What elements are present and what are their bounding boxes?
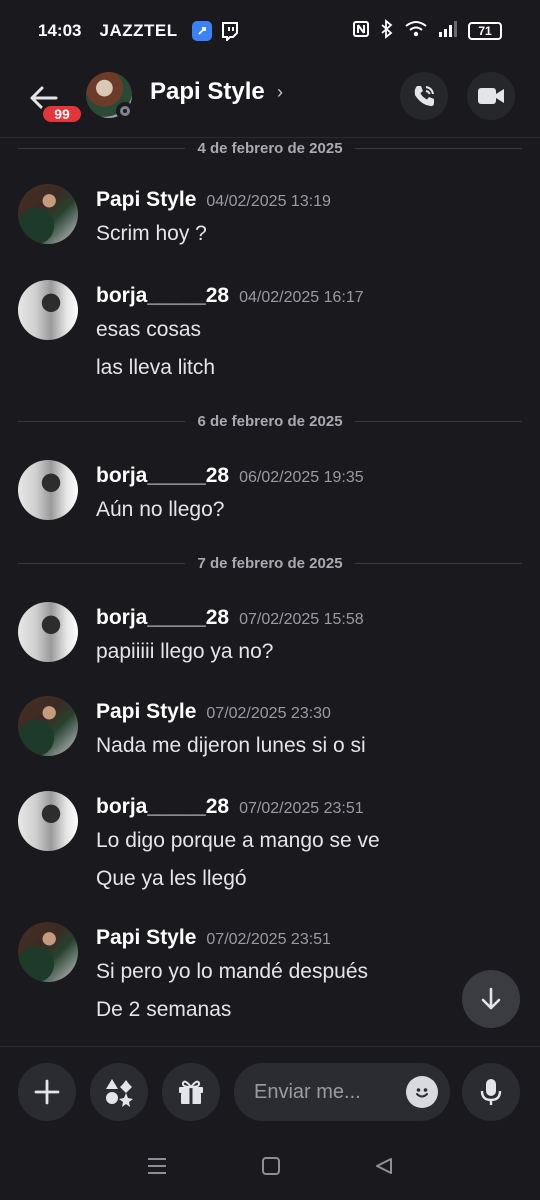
apps-button[interactable] <box>90 1063 148 1121</box>
avatar[interactable] <box>18 280 78 340</box>
apps-shapes-icon <box>106 1079 133 1107</box>
message-author[interactable]: borja_____28 07/02/2025 23:51 <box>96 795 364 819</box>
video-call-button[interactable] <box>467 72 515 120</box>
message-input[interactable] <box>254 1080 384 1104</box>
app-notification-icon <box>191 21 212 41</box>
message-text: esas cosas <box>96 318 202 341</box>
message-text: Lo digo porque a mango se ve <box>96 829 380 852</box>
avatar[interactable] <box>18 791 78 851</box>
gift-icon <box>179 1080 203 1104</box>
avatar[interactable] <box>18 602 78 662</box>
triangle-back-icon <box>375 1157 392 1174</box>
status-time: 14:03 <box>38 21 82 40</box>
avatar[interactable] <box>18 922 78 982</box>
author-name[interactable]: borja_____28 <box>96 795 229 818</box>
chat-header: 99 Papi Style › <box>0 62 540 138</box>
twitch-icon <box>220 21 240 41</box>
signal-icon <box>438 20 458 43</box>
emoji-button[interactable] <box>406 1076 438 1108</box>
message-text: Nada me dijeron lunes si o si <box>96 734 366 757</box>
plus-icon <box>34 1079 60 1105</box>
date-divider-label: 7 de febrero de 2025 <box>197 554 343 572</box>
voice-call-button[interactable] <box>400 72 448 120</box>
microphone-icon <box>480 1079 502 1105</box>
message-text: las lleva litch <box>96 356 216 379</box>
bluetooth-icon <box>380 18 394 44</box>
message-list[interactable]: 4 de febrero de 2025 Papi Style 04/02/202… <box>0 138 540 1046</box>
date-divider-label: 4 de febrero de 2025 <box>197 139 343 157</box>
message-timestamp: 07/02/2025 23:30 <box>206 705 331 722</box>
offline-status-icon <box>116 102 134 120</box>
message-timestamp: 06/02/2025 19:35 <box>239 469 364 486</box>
avatar[interactable] <box>18 696 78 756</box>
message-author[interactable]: Papi Style 07/02/2025 23:30 <box>96 700 331 724</box>
status-bar: 14:03 JAZZTEL 71 <box>0 0 540 62</box>
message-item[interactable]: Papi Style 07/02/2025 23:51 Si pero yo lo… <box>0 922 540 1032</box>
author-name[interactable]: Papi Style <box>96 926 196 949</box>
avatar[interactable] <box>18 184 78 244</box>
message-text: Scrim hoy ? <box>96 222 207 245</box>
attach-button[interactable] <box>18 1063 76 1121</box>
smiley-icon <box>416 1088 428 1098</box>
author-name[interactable]: borja_____28 <box>96 464 229 487</box>
message-item[interactable]: borja_____28 06/02/2025 19:35 Aún no lleg… <box>0 460 540 530</box>
video-camera-icon <box>478 88 504 104</box>
message-text: Que ya les llegó <box>96 867 247 890</box>
message-timestamp: 04/02/2025 13:19 <box>206 193 331 210</box>
message-item[interactable]: borja_____28 07/02/2025 23:51 Lo digo por… <box>0 791 540 901</box>
nfc-icon <box>352 20 370 43</box>
message-author[interactable]: borja_____28 06/02/2025 19:35 <box>96 464 364 488</box>
square-icon <box>261 1156 280 1175</box>
message-item[interactable]: borja_____28 07/02/2025 15:58 papiiiii ll… <box>0 602 540 672</box>
author-name[interactable]: borja_____28 <box>96 284 229 307</box>
message-text: papiiiii llego ya no? <box>96 640 274 663</box>
date-divider: 4 de febrero de 2025 <box>18 138 523 158</box>
voice-message-button[interactable] <box>462 1063 520 1121</box>
message-timestamp: 07/02/2025 23:51 <box>239 800 364 817</box>
message-author[interactable]: Papi Style 07/02/2025 23:51 <box>96 926 331 950</box>
gift-button[interactable] <box>162 1063 220 1121</box>
status-carrier: JAZZTEL <box>99 21 178 40</box>
phone-icon <box>414 86 434 106</box>
message-timestamp: 07/02/2025 23:51 <box>206 931 331 948</box>
wifi-icon <box>404 20 428 43</box>
menu-lines-icon <box>148 1157 167 1174</box>
battery-indicator: 71 <box>468 22 502 40</box>
message-author[interactable]: borja_____28 07/02/2025 15:58 <box>96 606 364 630</box>
date-divider: 6 de febrero de 2025 <box>18 411 523 431</box>
message-input-container[interactable] <box>234 1063 450 1121</box>
message-text: Aún no llego? <box>96 498 225 521</box>
message-timestamp: 04/02/2025 16:17 <box>239 289 364 306</box>
back-nav-button[interactable] <box>374 1156 394 1181</box>
message-author[interactable]: borja_____28 04/02/2025 16:17 <box>96 284 364 308</box>
page-title[interactable]: Papi Style <box>150 78 265 106</box>
avatar[interactable] <box>18 460 78 520</box>
arrow-down-icon <box>481 987 501 1010</box>
message-item[interactable]: Papi Style 07/02/2025 23:30 Nada me dijer… <box>0 696 540 766</box>
date-divider: 7 de febrero de 2025 <box>18 553 523 573</box>
date-divider-label: 6 de febrero de 2025 <box>197 412 343 430</box>
message-author[interactable]: Papi Style 04/02/2025 13:19 <box>96 188 331 212</box>
message-text: Si pero yo lo mandé después <box>96 960 369 983</box>
message-item[interactable]: borja_____28 04/02/2025 16:17 esas cosas … <box>0 280 540 390</box>
author-name[interactable]: Papi Style <box>96 700 196 723</box>
author-name[interactable]: borja_____28 <box>96 606 229 629</box>
scroll-to-bottom-button[interactable] <box>462 970 520 1028</box>
chevron-right-icon[interactable]: › <box>277 82 283 103</box>
unread-badge: 99 <box>40 103 84 125</box>
system-navigation-bar <box>0 1136 540 1200</box>
recent-apps-button[interactable] <box>146 1156 168 1181</box>
message-text: De 2 semanas <box>96 998 232 1021</box>
author-name[interactable]: Papi Style <box>96 188 196 211</box>
message-composer <box>0 1046 540 1136</box>
message-item[interactable]: Papi Style 04/02/2025 13:19 Scrim hoy ? <box>0 184 540 264</box>
home-button[interactable] <box>261 1156 281 1181</box>
message-timestamp: 07/02/2025 15:58 <box>239 611 364 628</box>
